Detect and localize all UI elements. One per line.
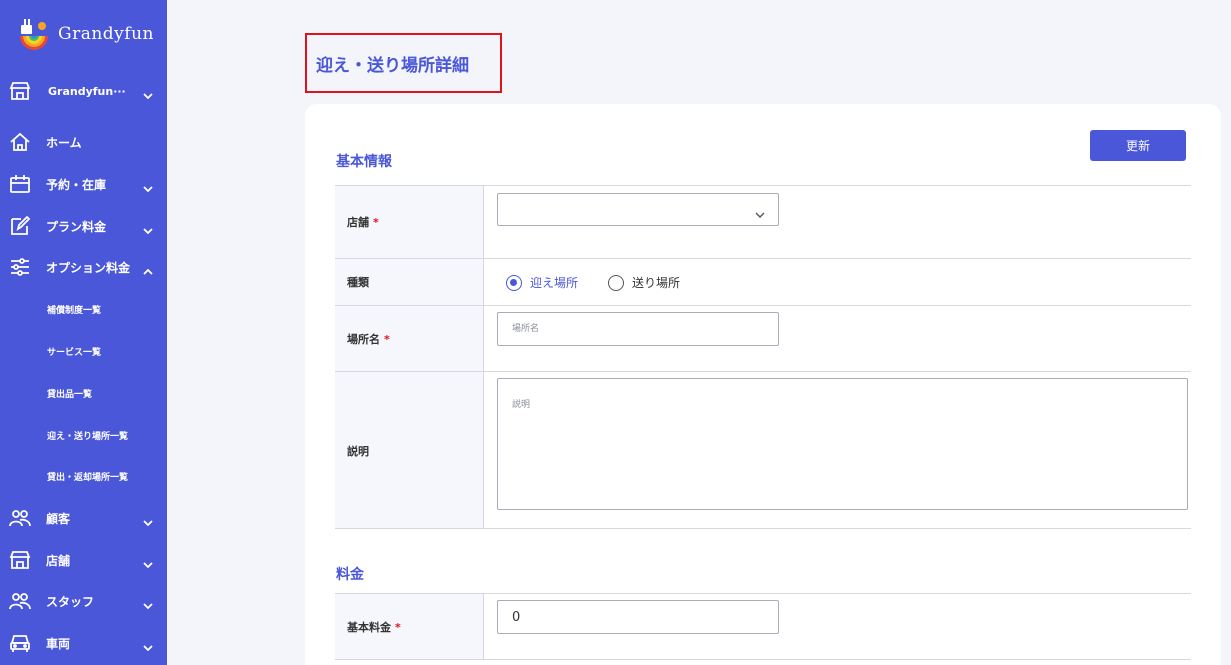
chevron-down-icon <box>142 179 154 193</box>
sidebar-subitem-rental-items[interactable]: 貸出品一覧 <box>47 387 92 400</box>
sidebar-item-option-price[interactable]: オプション料金 <box>0 253 167 281</box>
chevron-down-icon <box>754 205 766 218</box>
sidebar-item-label: 予約・在庫 <box>46 177 107 192</box>
page-title-highlight: 迎え・送り場所詳細 <box>305 33 502 93</box>
divider <box>335 528 1191 529</box>
base-price-label: 基本料金 * <box>347 621 401 634</box>
required-mark: * <box>373 216 379 229</box>
users-icon <box>9 590 31 612</box>
sidebar-item-vehicle[interactable]: 車両 <box>0 629 167 657</box>
divider <box>335 185 1191 186</box>
update-button[interactable]: 更新 <box>1090 130 1186 161</box>
sidebar-subitem-rental-return[interactable]: 貸出・返却場所一覧 <box>47 470 128 483</box>
chevron-down-icon <box>142 638 154 652</box>
sidebar-item-label: オプション料金 <box>46 260 131 275</box>
logo-icon <box>16 16 52 52</box>
sidebar-item-label: 顧客 <box>46 511 71 526</box>
sidebar-item-staff[interactable]: スタッフ <box>0 587 167 615</box>
radio-circle <box>608 274 624 291</box>
sliders-icon <box>9 256 31 278</box>
users-icon <box>9 507 31 529</box>
label-column <box>335 186 484 528</box>
sidebar: Grandyfun Grandyfun··· ホーム 予約・在庫 プラン料金 オ… <box>0 0 167 665</box>
sidebar-item-customer[interactable]: 顧客 <box>0 504 167 532</box>
chevron-down-icon <box>142 86 154 100</box>
sidebar-item-home[interactable]: ホーム <box>0 128 167 156</box>
app-name: Grandyfun <box>58 24 154 44</box>
home-icon <box>9 131 31 153</box>
pricing-title: 料金 <box>336 567 364 583</box>
sidebar-item-plan-price[interactable]: プラン料金 <box>0 212 167 240</box>
car-icon <box>9 632 31 654</box>
chevron-down-icon <box>142 221 154 235</box>
required-mark: * <box>395 621 401 634</box>
store-icon <box>9 80 31 102</box>
required-mark: * <box>384 333 390 346</box>
type-label: 種類 <box>347 276 369 289</box>
radio-label: 迎え場所 <box>530 276 579 290</box>
store-selector[interactable]: Grandyfun··· <box>0 77 167 105</box>
sidebar-subitem-service[interactable]: サービス一覧 <box>47 345 101 358</box>
store-selector-label: Grandyfun··· <box>48 84 126 98</box>
sidebar-item-label: 店舗 <box>46 553 71 568</box>
store-select[interactable] <box>497 193 779 226</box>
chevron-down-icon <box>142 513 154 527</box>
base-price-input[interactable] <box>497 600 779 634</box>
radio-pickup-place[interactable]: 迎え場所 <box>506 274 578 291</box>
radio-dropoff-place[interactable]: 送り場所 <box>608 274 680 291</box>
divider <box>335 305 1191 306</box>
place-name-input[interactable] <box>497 312 779 346</box>
calendar-icon <box>9 173 31 195</box>
sidebar-item-label: ホーム <box>46 135 82 150</box>
sidebar-subitem-insurance[interactable]: 補償制度一覧 <box>47 303 101 316</box>
sidebar-subitem-pickup-dropoff[interactable]: 迎え・送り場所一覧 <box>47 429 128 442</box>
divider <box>335 371 1191 372</box>
description-label: 説明 <box>347 445 369 458</box>
radio-circle <box>506 274 522 291</box>
divider <box>335 593 1191 594</box>
sidebar-item-store[interactable]: 店舗 <box>0 546 167 574</box>
edit-icon <box>9 215 31 237</box>
chevron-down-icon <box>142 555 154 569</box>
description-textarea[interactable] <box>497 378 1188 510</box>
sidebar-item-label: プラン料金 <box>46 219 107 234</box>
page-title: 迎え・送り場所詳細 <box>316 55 469 76</box>
radio-label: 送り場所 <box>632 276 681 290</box>
place-name-label: 場所名 * <box>347 333 390 346</box>
basic-info-title: 基本情報 <box>336 154 392 170</box>
sidebar-item-label: スタッフ <box>46 594 95 609</box>
divider <box>335 659 1191 660</box>
sidebar-item-reservation[interactable]: 予約・在庫 <box>0 170 167 198</box>
store-label: 店舗 * <box>347 216 379 229</box>
chevron-down-icon <box>142 596 154 610</box>
sidebar-item-label: 車両 <box>46 636 71 651</box>
divider <box>335 258 1191 259</box>
store-icon <box>9 549 31 571</box>
chevron-up-icon <box>142 262 154 275</box>
app-logo[interactable]: Grandyfun <box>16 16 154 52</box>
